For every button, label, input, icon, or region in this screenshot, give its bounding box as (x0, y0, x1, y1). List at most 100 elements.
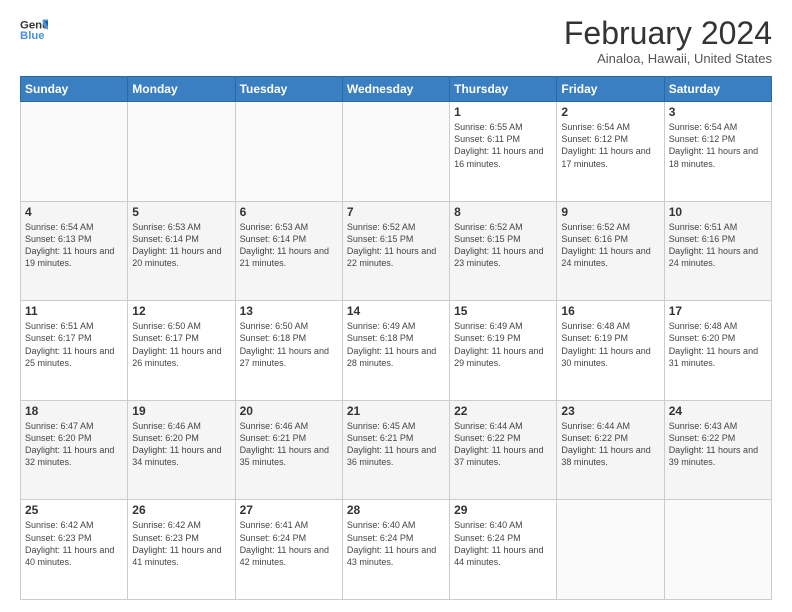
day-info: Sunrise: 6:53 AM Sunset: 6:14 PM Dayligh… (132, 221, 230, 270)
day-info: Sunrise: 6:48 AM Sunset: 6:19 PM Dayligh… (561, 320, 659, 369)
col-tuesday: Tuesday (235, 77, 342, 102)
table-row: 28 Sunrise: 6:40 AM Sunset: 6:24 PM Dayli… (342, 500, 449, 600)
table-row (128, 102, 235, 202)
calendar-week-row: 25 Sunrise: 6:42 AM Sunset: 6:23 PM Dayli… (21, 500, 772, 600)
day-number: 16 (561, 304, 659, 318)
day-info: Sunrise: 6:48 AM Sunset: 6:20 PM Dayligh… (669, 320, 767, 369)
day-info: Sunrise: 6:47 AM Sunset: 6:20 PM Dayligh… (25, 420, 123, 469)
day-number: 7 (347, 205, 445, 219)
day-number: 15 (454, 304, 552, 318)
table-row: 12 Sunrise: 6:50 AM Sunset: 6:17 PM Dayli… (128, 301, 235, 401)
col-sunday: Sunday (21, 77, 128, 102)
day-number: 23 (561, 404, 659, 418)
day-info: Sunrise: 6:44 AM Sunset: 6:22 PM Dayligh… (454, 420, 552, 469)
table-row: 3 Sunrise: 6:54 AM Sunset: 6:12 PM Daylig… (664, 102, 771, 202)
day-info: Sunrise: 6:46 AM Sunset: 6:20 PM Dayligh… (132, 420, 230, 469)
day-info: Sunrise: 6:43 AM Sunset: 6:22 PM Dayligh… (669, 420, 767, 469)
table-row (235, 102, 342, 202)
day-number: 27 (240, 503, 338, 517)
day-info: Sunrise: 6:42 AM Sunset: 6:23 PM Dayligh… (25, 519, 123, 568)
day-number: 2 (561, 105, 659, 119)
col-wednesday: Wednesday (342, 77, 449, 102)
table-row: 4Sunrise: 6:54 AM Sunset: 6:13 PM Daylig… (21, 201, 128, 301)
table-row: 20 Sunrise: 6:46 AM Sunset: 6:21 PM Dayli… (235, 400, 342, 500)
day-number: 22 (454, 404, 552, 418)
table-row: 17Sunrise: 6:48 AM Sunset: 6:20 PM Dayli… (664, 301, 771, 401)
day-info: Sunrise: 6:51 AM Sunset: 6:17 PM Dayligh… (25, 320, 123, 369)
table-row: 9Sunrise: 6:52 AM Sunset: 6:16 PM Daylig… (557, 201, 664, 301)
day-number: 8 (454, 205, 552, 219)
day-number: 11 (25, 304, 123, 318)
day-number: 10 (669, 205, 767, 219)
day-info: Sunrise: 6:49 AM Sunset: 6:19 PM Dayligh… (454, 320, 552, 369)
day-info: Sunrise: 6:50 AM Sunset: 6:18 PM Dayligh… (240, 320, 338, 369)
day-number: 5 (132, 205, 230, 219)
day-info: Sunrise: 6:55 AM Sunset: 6:11 PM Dayligh… (454, 121, 552, 170)
calendar-week-row: 1 Sunrise: 6:55 AM Sunset: 6:11 PM Daylig… (21, 102, 772, 202)
table-row: 23 Sunrise: 6:44 AM Sunset: 6:22 PM Dayli… (557, 400, 664, 500)
day-info: Sunrise: 6:49 AM Sunset: 6:18 PM Dayligh… (347, 320, 445, 369)
table-row: 2 Sunrise: 6:54 AM Sunset: 6:12 PM Daylig… (557, 102, 664, 202)
day-info: Sunrise: 6:51 AM Sunset: 6:16 PM Dayligh… (669, 221, 767, 270)
table-row: 16 Sunrise: 6:48 AM Sunset: 6:19 PM Dayli… (557, 301, 664, 401)
day-number: 14 (347, 304, 445, 318)
table-row: 15 Sunrise: 6:49 AM Sunset: 6:19 PM Dayli… (450, 301, 557, 401)
col-saturday: Saturday (664, 77, 771, 102)
day-info: Sunrise: 6:42 AM Sunset: 6:23 PM Dayligh… (132, 519, 230, 568)
table-row: 1 Sunrise: 6:55 AM Sunset: 6:11 PM Daylig… (450, 102, 557, 202)
day-number: 19 (132, 404, 230, 418)
table-row: 26 Sunrise: 6:42 AM Sunset: 6:23 PM Dayli… (128, 500, 235, 600)
calendar-header-row: Sunday Monday Tuesday Wednesday Thursday… (21, 77, 772, 102)
day-info: Sunrise: 6:52 AM Sunset: 6:15 PM Dayligh… (454, 221, 552, 270)
day-number: 13 (240, 304, 338, 318)
calendar-week-row: 11 Sunrise: 6:51 AM Sunset: 6:17 PM Dayli… (21, 301, 772, 401)
day-number: 26 (132, 503, 230, 517)
day-number: 3 (669, 105, 767, 119)
day-number: 29 (454, 503, 552, 517)
table-row (664, 500, 771, 600)
day-number: 9 (561, 205, 659, 219)
day-number: 6 (240, 205, 338, 219)
table-row: 7 Sunrise: 6:52 AM Sunset: 6:15 PM Daylig… (342, 201, 449, 301)
header: General Blue February 2024 Ainaloa, Hawa… (20, 16, 772, 66)
day-info: Sunrise: 6:44 AM Sunset: 6:22 PM Dayligh… (561, 420, 659, 469)
calendar-week-row: 4Sunrise: 6:54 AM Sunset: 6:13 PM Daylig… (21, 201, 772, 301)
day-number: 25 (25, 503, 123, 517)
table-row (557, 500, 664, 600)
day-info: Sunrise: 6:54 AM Sunset: 6:13 PM Dayligh… (25, 221, 123, 270)
table-row: 27Sunrise: 6:41 AM Sunset: 6:24 PM Dayli… (235, 500, 342, 600)
day-info: Sunrise: 6:45 AM Sunset: 6:21 PM Dayligh… (347, 420, 445, 469)
day-number: 12 (132, 304, 230, 318)
day-number: 18 (25, 404, 123, 418)
day-info: Sunrise: 6:54 AM Sunset: 6:12 PM Dayligh… (669, 121, 767, 170)
calendar-week-row: 18 Sunrise: 6:47 AM Sunset: 6:20 PM Dayli… (21, 400, 772, 500)
table-row: 25 Sunrise: 6:42 AM Sunset: 6:23 PM Dayli… (21, 500, 128, 600)
table-row: 11 Sunrise: 6:51 AM Sunset: 6:17 PM Dayli… (21, 301, 128, 401)
day-info: Sunrise: 6:40 AM Sunset: 6:24 PM Dayligh… (347, 519, 445, 568)
day-info: Sunrise: 6:52 AM Sunset: 6:15 PM Dayligh… (347, 221, 445, 270)
table-row (21, 102, 128, 202)
day-number: 28 (347, 503, 445, 517)
day-info: Sunrise: 6:40 AM Sunset: 6:24 PM Dayligh… (454, 519, 552, 568)
table-row: 29 Sunrise: 6:40 AM Sunset: 6:24 PM Dayli… (450, 500, 557, 600)
table-row: 18 Sunrise: 6:47 AM Sunset: 6:20 PM Dayli… (21, 400, 128, 500)
day-info: Sunrise: 6:54 AM Sunset: 6:12 PM Dayligh… (561, 121, 659, 170)
table-row: 24 Sunrise: 6:43 AM Sunset: 6:22 PM Dayli… (664, 400, 771, 500)
table-row: 10 Sunrise: 6:51 AM Sunset: 6:16 PM Dayli… (664, 201, 771, 301)
table-row: 14 Sunrise: 6:49 AM Sunset: 6:18 PM Dayli… (342, 301, 449, 401)
day-number: 1 (454, 105, 552, 119)
page: General Blue February 2024 Ainaloa, Hawa… (0, 0, 792, 612)
day-info: Sunrise: 6:50 AM Sunset: 6:17 PM Dayligh… (132, 320, 230, 369)
day-info: Sunrise: 6:46 AM Sunset: 6:21 PM Dayligh… (240, 420, 338, 469)
table-row: 13 Sunrise: 6:50 AM Sunset: 6:18 PM Dayli… (235, 301, 342, 401)
title-block: February 2024 Ainaloa, Hawaii, United St… (564, 16, 772, 66)
col-friday: Friday (557, 77, 664, 102)
table-row (342, 102, 449, 202)
day-number: 24 (669, 404, 767, 418)
month-title: February 2024 (564, 16, 772, 51)
day-number: 20 (240, 404, 338, 418)
table-row: 21Sunrise: 6:45 AM Sunset: 6:21 PM Dayli… (342, 400, 449, 500)
logo-icon: General Blue (20, 16, 48, 44)
table-row: 6Sunrise: 6:53 AM Sunset: 6:14 PM Daylig… (235, 201, 342, 301)
table-row: 5 Sunrise: 6:53 AM Sunset: 6:14 PM Daylig… (128, 201, 235, 301)
